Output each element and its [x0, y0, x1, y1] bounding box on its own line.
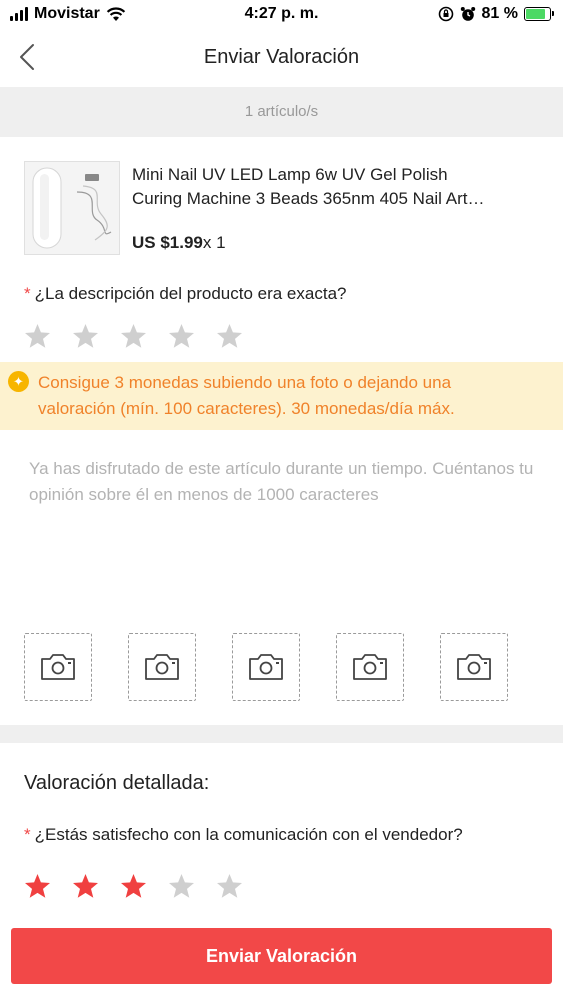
battery-icon: [524, 7, 554, 21]
camera-icon: [145, 654, 179, 680]
photo-upload-slot[interactable]: [128, 633, 196, 701]
section-divider: [0, 725, 563, 743]
star-icon[interactable]: [120, 323, 147, 349]
battery-level: [526, 9, 545, 19]
star-icon[interactable]: [24, 873, 51, 899]
battery-percent: 81 %: [481, 5, 518, 22]
detailed-rating-title: Valoración detallada:: [24, 772, 210, 794]
photo-upload-slot[interactable]: [232, 633, 300, 701]
seller-communication-star-rating[interactable]: [24, 873, 243, 899]
review-textarea[interactable]: Ya has disfrutado de este artículo duran…: [29, 456, 534, 508]
camera-icon: [41, 654, 75, 680]
orientation-lock-icon: [438, 6, 453, 22]
star-icon[interactable]: [120, 873, 147, 899]
photo-upload-slot[interactable]: [24, 633, 92, 701]
star-icon[interactable]: [168, 323, 195, 349]
page-title: Enviar Valoración: [203, 46, 360, 68]
status-right: 81 %: [438, 5, 554, 23]
product-price-row: US $1.99x 1: [132, 233, 226, 253]
star-icon[interactable]: [216, 323, 243, 349]
photo-upload-slot[interactable]: [440, 633, 508, 701]
alarm-icon: [460, 7, 475, 21]
seller-communication-label: ¿Estás satisfecho con la comunicación co…: [34, 825, 463, 844]
nav-bar: Enviar Valoración: [0, 30, 563, 87]
photo-upload-row: [24, 633, 508, 701]
seller-communication-question: * ¿Estás satisfecho con la comunicación c…: [24, 825, 463, 845]
product-title-line1: Mini Nail UV LED Lamp 6w UV Gel Polish: [132, 165, 448, 184]
coins-notice-line1: Consigue 3 monedas subiendo una foto o d…: [38, 373, 452, 392]
product-price: US $1.99: [132, 233, 203, 252]
item-count: 1 artículo/s: [0, 87, 563, 137]
required-mark: *: [24, 284, 31, 303]
star-icon[interactable]: [168, 873, 195, 899]
product-title[interactable]: Mini Nail UV LED Lamp 6w UV Gel Polish C…: [132, 163, 552, 211]
coins-notice-text: Consigue 3 monedas subiendo una foto o d…: [38, 370, 543, 422]
status-bar: Movistar 4:27 p. m. 81 %: [0, 0, 563, 30]
product-quantity: x 1: [202, 233, 226, 252]
star-icon[interactable]: [216, 873, 243, 899]
product-image: [24, 161, 120, 255]
submit-review-button[interactable]: Enviar Valoración: [11, 928, 552, 984]
product-card: Mini Nail UV LED Lamp 6w UV Gel Polish C…: [0, 137, 563, 265]
required-mark: *: [24, 825, 31, 844]
camera-icon: [353, 654, 387, 680]
star-icon[interactable]: [72, 873, 99, 899]
accuracy-star-rating[interactable]: [24, 323, 243, 349]
camera-icon: [249, 654, 283, 680]
coins-notice: ✦ Consigue 3 monedas subiendo una foto o…: [0, 362, 563, 430]
product-title-line2: Curing Machine 3 Beads 365nm 405 Nail Ar…: [132, 189, 485, 208]
star-icon[interactable]: [24, 323, 51, 349]
coins-notice-line2: valoración (mín. 100 caracteres). 30 mon…: [38, 399, 455, 418]
accuracy-question: * ¿La descripción del producto era exacta…: [24, 284, 346, 304]
accuracy-question-label: ¿La descripción del producto era exacta?: [34, 284, 347, 303]
camera-icon: [457, 654, 491, 680]
star-icon[interactable]: [72, 323, 99, 349]
coin-icon: ✦: [8, 371, 29, 392]
photo-upload-slot[interactable]: [336, 633, 404, 701]
